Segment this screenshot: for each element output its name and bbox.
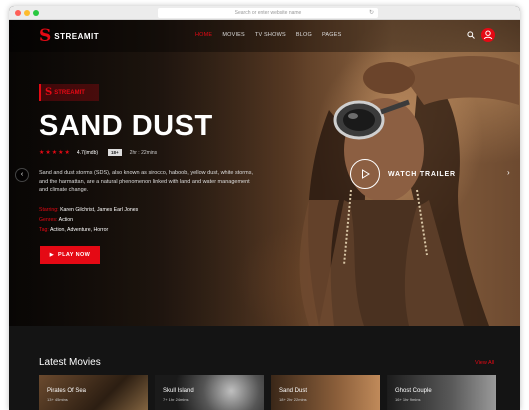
play-icon: ▶ [49, 252, 54, 258]
main-menu: HOME MOVIES TV SHOWS BLOG PAGES [195, 32, 341, 38]
section-title: Latest Movies [39, 357, 101, 368]
movie-card[interactable]: Ghost Couple 16+ 1hr 9mins [387, 375, 496, 410]
movie-card[interactable]: Pirates Of Sea 13+ 45mins [39, 375, 148, 410]
movie-card[interactable]: Sand Dust 18+ 2hr 22mins [271, 375, 380, 410]
movie-card-meta: 7+ 1hr 24mins [163, 397, 189, 402]
streamit-badge: S STREAMIT [39, 84, 99, 101]
movie-card-meta: 13+ 45mins [47, 397, 68, 402]
view-all-link[interactable]: View All [475, 360, 494, 366]
genres-label: Genres: [39, 217, 58, 223]
movie-card-meta: 18+ 2hr 22mins [279, 397, 307, 402]
star-rating: ★★★★★ [39, 150, 71, 156]
genres-value: Action [58, 217, 74, 223]
nav-item-tv-shows[interactable]: TV SHOWS [255, 32, 286, 38]
movie-cards: Pirates Of Sea 13+ 45mins Skull Island 7… [39, 375, 496, 410]
maximize-window-dot[interactable] [33, 10, 39, 16]
logo-mark: S [39, 26, 52, 46]
close-window-dot[interactable] [15, 10, 21, 16]
user-profile-button[interactable] [481, 28, 495, 42]
imdb-rating: 4.7(imdb) [76, 149, 99, 156]
badge-logo-mark: S [45, 87, 53, 98]
tag-label: Tag: [39, 227, 49, 233]
user-icon [483, 30, 493, 40]
play-now-button[interactable]: ▶ PLAY NOW [40, 246, 100, 264]
latest-movies-section: Latest Movies View All Pirates Of Sea 13… [9, 326, 520, 410]
reload-icon[interactable]: ↻ [369, 8, 374, 18]
movie-card-title: Skull Island [163, 388, 194, 394]
age-rating-badge: 18+ [108, 149, 122, 156]
movie-duration: 2hr : 22mins [129, 149, 158, 156]
top-navigation: S STREAMIT HOME MOVIES TV SHOWS BLOG PAG… [9, 20, 520, 52]
play-now-label: PLAY NOW [58, 252, 91, 258]
browser-chrome: Search or enter website name ↻ [9, 6, 520, 20]
watch-trailer-button[interactable]: WATCH TRAILER [350, 159, 456, 189]
nav-item-home[interactable]: HOME [195, 32, 212, 38]
hero-banner: S STREAMIT HOME MOVIES TV SHOWS BLOG PAG… [9, 20, 520, 326]
address-bar[interactable]: Search or enter website name ↻ [158, 8, 378, 18]
play-icon [362, 169, 370, 179]
minimize-window-dot[interactable] [24, 10, 30, 16]
watch-trailer-label: WATCH TRAILER [388, 170, 456, 178]
movie-card-title: Ghost Couple [395, 388, 432, 394]
browser-window: Search or enter website name ↻ S STREAMI… [9, 6, 520, 410]
movie-card-meta: 16+ 1hr 9mins [395, 397, 421, 402]
address-bar-text: Search or enter website name [234, 10, 302, 16]
movie-title: SAND DUST [39, 110, 213, 142]
starring-row: Starring: Karen Gilchrist, James Earl Jo… [39, 205, 138, 215]
movie-card-title: Pirates Of Sea [47, 388, 87, 394]
search-icon[interactable] [467, 31, 475, 39]
starring-label: Starring: [39, 207, 59, 213]
tag-row: Tag: Action, Adventure, Horror [39, 225, 138, 235]
streamit-site: S STREAMIT HOME MOVIES TV SHOWS BLOG PAG… [9, 20, 520, 410]
trailer-play-circle [350, 159, 380, 189]
rating-row: ★★★★★ 4.7(imdb) 18+ 2hr : 22mins [39, 149, 157, 156]
slider-prev-arrow-icon[interactable]: ‹ [15, 168, 29, 182]
tag-value: Action, Adventure, Horror [49, 227, 109, 233]
slider-next-arrow-icon[interactable]: › [507, 168, 510, 177]
movie-card[interactable]: Skull Island 7+ 1hr 24mins [155, 375, 264, 410]
starring-value: Karen Gilchrist, James Earl Jones [60, 207, 139, 213]
site-logo[interactable]: S STREAMIT [39, 26, 100, 46]
logo-text: STREAMIT [54, 31, 100, 41]
movie-meta: Starring: Karen Gilchrist, James Earl Jo… [39, 205, 138, 235]
nav-item-blog[interactable]: BLOG [296, 32, 312, 38]
nav-item-pages[interactable]: PAGES [322, 32, 342, 38]
nav-item-movies[interactable]: MOVIES [222, 32, 245, 38]
movie-card-title: Sand Dust [279, 388, 308, 394]
badge-text: STREAMIT [54, 89, 85, 96]
genres-row: Genres: Action [39, 215, 138, 225]
movie-description: Sand and dust storms (SDS), also known a… [39, 170, 253, 193]
